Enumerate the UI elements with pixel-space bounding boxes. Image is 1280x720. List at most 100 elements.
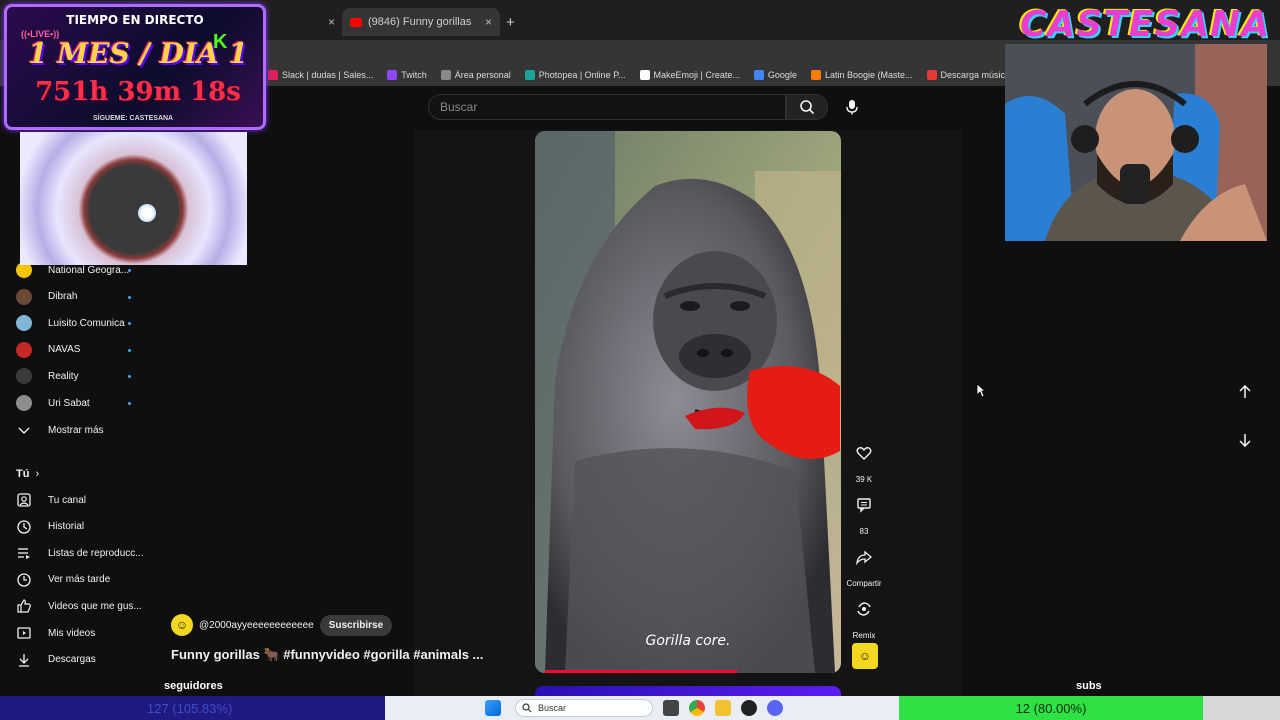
like-action[interactable]: 39 K	[839, 437, 889, 484]
sidebar-subscription[interactable]: Reality	[0, 364, 160, 388]
sidebar-subscription[interactable]: Uri Sabat	[0, 391, 160, 415]
discord-icon[interactable]	[767, 700, 783, 716]
bookmark-label: Área personal	[454, 70, 511, 80]
sidebar-you-item[interactable]: Historial	[0, 515, 160, 539]
next-short-button[interactable]	[1230, 425, 1260, 455]
sound-thumbnail[interactable]: ☺	[852, 643, 878, 669]
channel-name[interactable]: @2000ayyeeeeeeeeeeee	[199, 620, 314, 631]
arrow-down-icon	[1239, 434, 1251, 447]
bookmark-item[interactable]: Área personal	[440, 70, 511, 80]
sidebar-show-more[interactable]: Mostrar más	[0, 418, 160, 442]
bookmark-label: Twitch	[401, 70, 427, 80]
followers-label: seguidores	[164, 680, 223, 692]
remix-button[interactable]	[848, 593, 880, 625]
heart-icon	[856, 447, 872, 460]
search-icon	[800, 100, 815, 115]
channel-avatar	[16, 288, 32, 305]
channel-avatar[interactable]: ☺	[171, 614, 193, 636]
new-content-dot	[128, 269, 131, 272]
bookmark-favicon-icon	[268, 70, 278, 80]
follow-handle: SÍGUEME: CASTESANA	[93, 115, 174, 122]
search-input[interactable]: Buscar	[428, 94, 786, 120]
you-section-label: Tú	[16, 468, 30, 480]
bookmark-item[interactable]: Google	[753, 70, 797, 80]
new-content-dot	[128, 295, 131, 299]
remix-action[interactable]: Remix	[839, 593, 889, 640]
you-section-title[interactable]: Tú ›	[16, 468, 39, 480]
bookmark-favicon-icon	[926, 70, 937, 80]
sidebar-you-item[interactable]: Descargas	[0, 648, 160, 672]
bookmark-label: Slack | dudas | Sales...	[282, 70, 374, 80]
bookmark-item[interactable]: Slack | dudas | Sales...	[268, 70, 373, 80]
share-label: Compartir	[846, 579, 882, 588]
video-icon	[16, 625, 32, 641]
bookmark-favicon-icon	[387, 70, 398, 80]
comment-icon	[857, 498, 871, 513]
tab-previous-close[interactable]: ×	[318, 8, 335, 36]
stream-timer-overlay: TIEMPO EN DIRECTO ((•LIVE•)) 1 MES / DIA…	[4, 4, 266, 130]
task-view-icon[interactable]	[663, 700, 679, 716]
bookmark-item[interactable]: Twitch	[387, 70, 427, 80]
chevron-down-icon	[16, 422, 32, 438]
channel-avatar	[16, 368, 32, 385]
bookmark-favicon-icon	[810, 70, 821, 80]
bookmark-item[interactable]: MakeEmoji | Create...	[639, 70, 740, 80]
video-title[interactable]: Funny gorillas 🐂 #funnyvideo #gorilla #a…	[171, 647, 483, 663]
windows-start-icon[interactable]	[485, 700, 501, 716]
followers-goal-bar: 127 (105.83%)	[0, 696, 385, 720]
tab-active[interactable]: (9846) Funny gorillas ×	[342, 8, 500, 36]
sidebar-item-label: Descargas	[48, 654, 96, 666]
playlist-icon	[16, 545, 32, 561]
castesana-logo: CASTESANA	[1020, 4, 1271, 45]
sidebar-item-label: Mostrar más	[48, 424, 104, 436]
file-explorer-icon[interactable]	[715, 700, 731, 716]
share-action[interactable]: Compartir	[839, 541, 889, 588]
sidebar-item-label: Uri Sabat	[48, 397, 90, 409]
new-content-dot	[128, 348, 131, 352]
sidebar-you-item[interactable]: Mis videos	[0, 621, 160, 645]
taskbar-search[interactable]: Buscar	[515, 699, 653, 717]
app-icon[interactable]	[741, 700, 757, 716]
streamer-webcam	[1005, 44, 1267, 241]
tab-close-button[interactable]: ×	[485, 15, 492, 29]
video-progress-bar[interactable]	[545, 670, 737, 673]
search-button[interactable]	[786, 94, 828, 120]
bookmark-label: MakeEmoji | Create...	[653, 70, 740, 80]
visualizer-dot	[138, 204, 156, 222]
sidebar-subscription[interactable]: NAVAS	[0, 338, 160, 362]
sidebar-you-item[interactable]: Listas de reproducc...	[0, 541, 160, 565]
channel-avatar	[16, 341, 32, 358]
like-button[interactable]	[848, 437, 880, 469]
sidebar-subscription[interactable]: Dibrah	[0, 285, 160, 309]
mouse-cursor-icon	[976, 383, 986, 398]
sidebar-item-label: Listas de reproducc...	[48, 547, 144, 559]
short-video[interactable]	[535, 131, 841, 673]
voice-search-button[interactable]	[838, 94, 866, 120]
sidebar-item-label: Reality	[48, 370, 79, 382]
overlay-visualizer	[20, 132, 247, 265]
comments-action[interactable]: 83	[839, 489, 889, 536]
new-tab-button[interactable]: +	[506, 8, 515, 36]
share-button[interactable]	[848, 541, 880, 573]
elapsed-time: 751h 39m 18s	[35, 77, 241, 107]
clock-icon	[16, 572, 32, 588]
subscribe-button[interactable]: Suscribirse	[319, 614, 393, 636]
bookmark-item[interactable]: Photopea | Online P...	[524, 70, 626, 80]
channel-avatar	[16, 395, 32, 411]
sidebar-item-label: Luisito Comunica	[48, 317, 125, 329]
chrome-icon[interactable]	[689, 700, 705, 716]
gorilla-video-frame	[535, 131, 841, 673]
sidebar-subscription[interactable]: Luisito Comunica	[0, 311, 160, 335]
sidebar-you-item[interactable]: Tu canal	[0, 488, 160, 512]
previous-short-button[interactable]	[1230, 377, 1260, 407]
user-icon	[16, 492, 32, 508]
bookmark-favicon-icon	[753, 70, 764, 80]
remix-icon	[857, 602, 871, 616]
thumbs-up-icon	[16, 598, 32, 614]
sidebar-you-item[interactable]: Videos que me gus...	[0, 594, 160, 618]
comment-count: 83	[859, 527, 869, 536]
bookmark-item[interactable]: Latin Boogie (Maste...	[810, 70, 913, 80]
youtube-icon	[350, 17, 362, 27]
sidebar-you-item[interactable]: Ver más tarde	[0, 568, 160, 592]
comments-button[interactable]	[848, 489, 880, 521]
